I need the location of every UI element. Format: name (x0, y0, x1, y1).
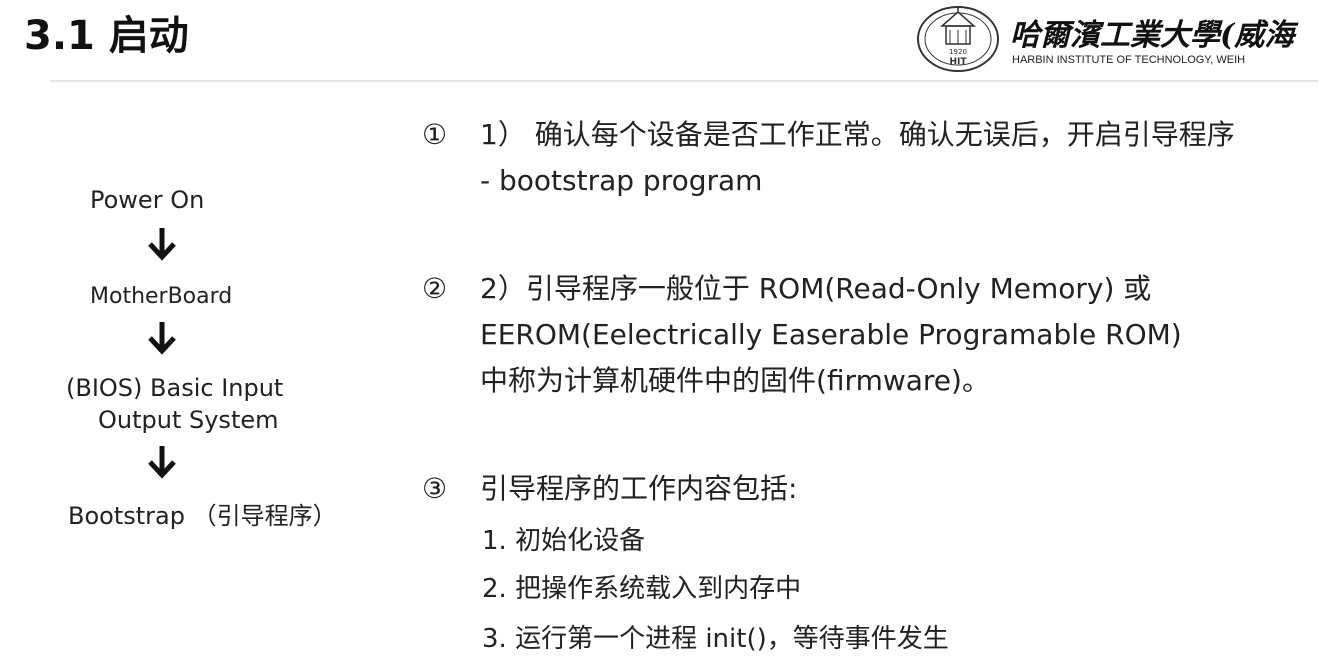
arrow-down-icon (148, 446, 176, 479)
item-marker: ② (422, 272, 448, 305)
flow-step-power-on: Power On (90, 186, 205, 214)
logo-english-name: HARBIN INSTITUTE OF TECHNOLOGY, WEIH (1012, 54, 1246, 66)
item-2-line-2: EEROM(Eelectrically Easerable Programabl… (480, 318, 1182, 351)
header-divider (50, 80, 1318, 82)
logo-chinese-name: 哈爾濱工業大學(威海 (1010, 18, 1295, 53)
item-2-line-1: 2）引导程序一般位于 ROM(Read-Only Memory) 或 (480, 272, 1152, 305)
arrow-down-icon (148, 228, 176, 261)
page-title: 3.1 启动 (24, 13, 189, 59)
item-2-line-3: 中称为计算机硬件中的固件(firmware)。 (480, 364, 990, 397)
university-seal-icon: 1920 HIT (917, 6, 999, 72)
svg-text:HIT: HIT (949, 57, 967, 67)
subitem-1: 1. 初始化设备 (482, 526, 646, 556)
item-1-line-2: - bootstrap program (480, 164, 763, 197)
item-3-line-1: 引导程序的工作内容包括: (480, 472, 798, 505)
item-marker: ③ (422, 472, 448, 505)
flow-step-bios-line1: (BIOS) Basic Input (66, 374, 284, 402)
subitem-3: 3. 运行第一个进程 init()，等待事件发生 (482, 624, 949, 654)
flow-step-bootstrap: Bootstrap （引导程序） (68, 502, 337, 530)
arrow-down-icon (148, 322, 176, 355)
flow-step-bios-line2: Output System (98, 406, 279, 434)
item-1-line-1: 1） 确认每个设备是否工作正常。确认无误后，开启引导程序 (480, 118, 1235, 151)
institution-logo: 1920 HIT 哈爾濱工業大學(威海 HARBIN INSTITUTE OF … (912, 4, 1318, 74)
item-marker: ① (422, 118, 448, 151)
svg-text:1920: 1920 (949, 48, 967, 56)
flow-step-motherboard: MotherBoard (90, 284, 233, 309)
subitem-2: 2. 把操作系统载入到内存中 (482, 574, 802, 604)
